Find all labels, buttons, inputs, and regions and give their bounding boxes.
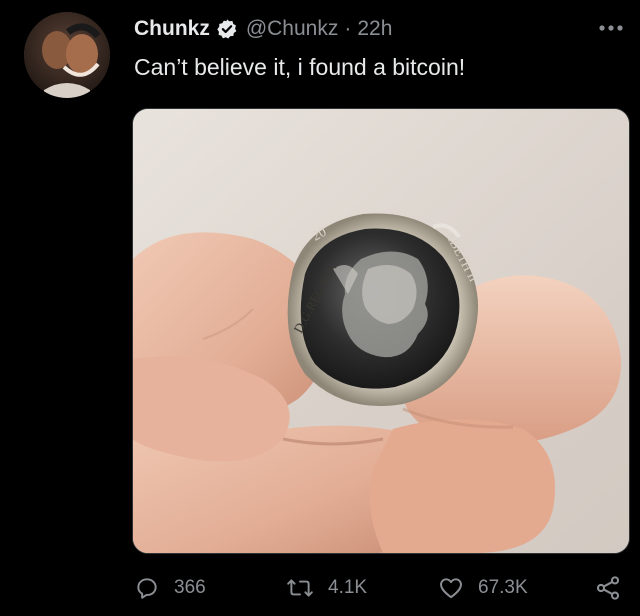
verified-badge-icon [216,18,238,40]
heart-icon [440,578,462,599]
handle[interactable]: @Chunkz [246,17,339,41]
tweet-media[interactable]: 20 ABETH II D.G.REG.F.D. [132,108,630,554]
like-count: 67.3K [478,577,528,598]
share-icon [596,576,620,600]
reply-count: 366 [174,577,206,598]
avatar[interactable] [24,12,110,98]
display-name[interactable]: Chunkz [134,17,210,41]
retweet-button[interactable]: 4.1K [286,568,367,608]
tweet-header: Chunkz @Chunkz · 22h [134,14,392,44]
timestamp[interactable]: 22h [357,17,392,41]
share-button[interactable] [594,568,622,608]
separator-dot: · [344,17,352,40]
more-icon [599,25,623,31]
avatar-photo-icon [24,12,110,98]
reply-icon [137,578,157,599]
retweet-icon [287,579,313,597]
reply-button[interactable]: 366 [134,568,206,608]
retweet-count: 4.1K [328,577,368,598]
action-bar: 366 4.1K 67.3K [0,568,640,608]
tweet-text: Can’t believe it, i found a bitcoin! [134,54,466,80]
more-options-button[interactable] [596,18,626,38]
like-button[interactable]: 67.3K [438,568,528,608]
tweet: Chunkz @Chunkz · 22h Can’t believe it, i… [0,0,640,616]
photo-hand-holding-coin-icon: 20 ABETH II D.G.REG.F.D. [133,109,629,553]
